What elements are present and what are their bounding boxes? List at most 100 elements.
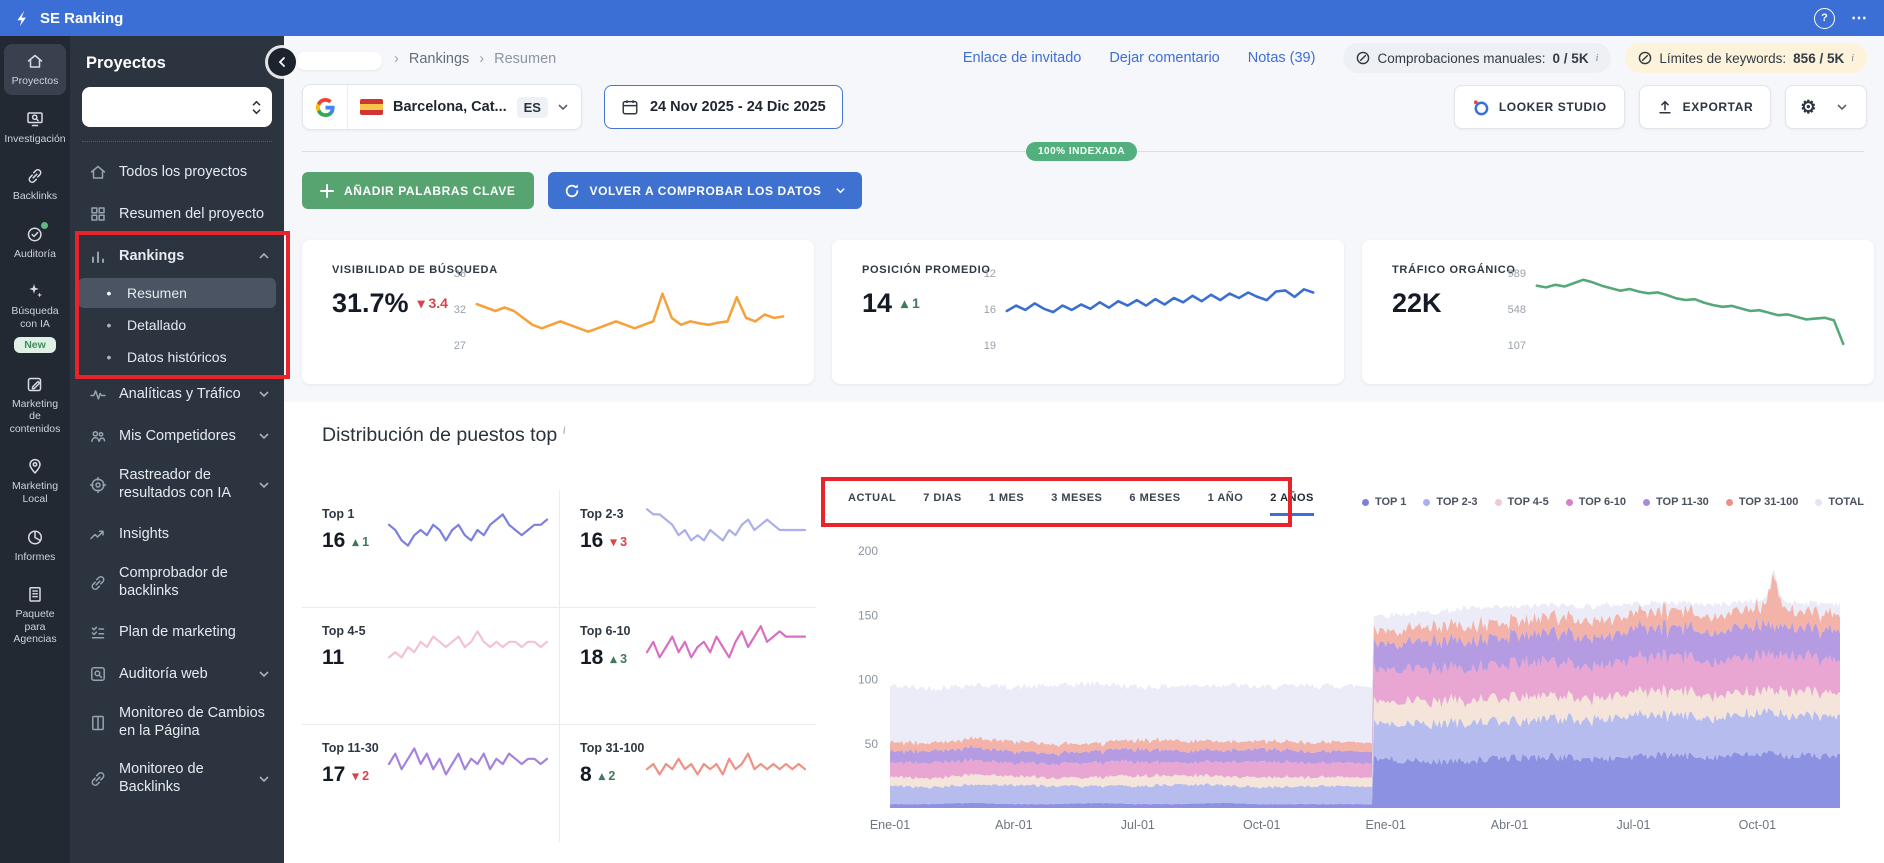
tab-3-meses[interactable]: 3 MESES (1051, 492, 1102, 516)
add-keywords-label: AÑADIR PALABRAS CLAVE (344, 183, 516, 198)
sidebar-item-detallado[interactable]: • Detallado (78, 310, 276, 340)
rail-item-label: Marketing de contenidos (9, 397, 61, 435)
info-superscript[interactable]: i (1596, 53, 1599, 64)
sidebar-item-rankings[interactable]: Rankings (78, 236, 276, 276)
sidebar-item-insights[interactable]: Insights (78, 514, 276, 554)
svg-text:100: 100 (858, 673, 878, 687)
sidebar-item-monitoreo-de-backlinks[interactable]: Monitoreo de Backlinks (78, 752, 276, 806)
manual-checks-value: 0 / 5K (1552, 50, 1589, 66)
looker-studio-button[interactable]: LOOKER STUDIO (1453, 85, 1625, 129)
sidebar-item-todos-los-proyectos[interactable]: Todos los proyectos (78, 152, 276, 192)
chevron-down-icon (835, 185, 846, 196)
legend-top-4-5[interactable]: TOP 4-5 (1494, 496, 1549, 508)
legend-top-11-30[interactable]: TOP 11-30 (1643, 496, 1709, 508)
info-superscript[interactable]: i (563, 425, 566, 437)
web-audit-icon (88, 664, 108, 684)
minicard-top-6-10[interactable]: Top 6-10 18 ▴ 3 (560, 608, 816, 725)
breadcrumb-project-pill[interactable] (296, 52, 382, 70)
research-icon (25, 109, 45, 129)
legend-top-31-100[interactable]: TOP 31-100 (1725, 496, 1798, 508)
sidebar-item-label: Todos los proyectos (119, 164, 248, 180)
tab-7-dias[interactable]: 7 DIAS (923, 492, 961, 516)
search-engine-location-select[interactable]: Barcelona, Cat... ES (302, 84, 582, 130)
rail-item-marketing-local[interactable]: Marketing Local (4, 449, 66, 512)
rail-item-proyectos[interactable]: Proyectos (4, 44, 66, 95)
rail-item-backlinks[interactable]: Backlinks (4, 159, 66, 210)
sidebar-collapse-button[interactable] (268, 48, 296, 76)
guest-link[interactable]: Enlace de invitado (963, 50, 1082, 66)
sidebar-item-label: Resumen del proyecto (119, 206, 265, 222)
rail-item-marketing-de-contenidos[interactable]: Marketing de contenidos (4, 367, 66, 443)
agency-icon (25, 584, 45, 604)
chevron-down-icon (258, 773, 270, 785)
manual-checks-pill[interactable]: Comprobaciones manuales: 0 / 5K i (1343, 43, 1612, 73)
sidebar-item-mis-competidores[interactable]: Mis Competidores (78, 416, 276, 456)
minicard-top-1[interactable]: Top 1 16 ▴ 1 (302, 491, 558, 608)
minicard-delta: ▴ 3 (610, 651, 628, 666)
add-keywords-button[interactable]: AÑADIR PALABRAS CLAVE (302, 172, 534, 209)
legend-top-1[interactable]: TOP 1 (1361, 496, 1406, 508)
rankings-bars-icon (88, 246, 108, 266)
project-select[interactable] (82, 87, 272, 127)
notes-link[interactable]: Notas (39) (1248, 50, 1316, 66)
minicard-top-4-5[interactable]: Top 4-5 11 (302, 608, 558, 725)
sidebar-item-label: Comprobador de backlinks (119, 565, 228, 599)
sidebar-item-resumen-del-proyecto[interactable]: Resumen del proyecto (78, 194, 276, 234)
content-marketing-icon (25, 374, 45, 394)
spark-axis: 38 32 27 (453, 268, 466, 352)
sidebar-item-datos-hist-ricos[interactable]: • Datos históricos (78, 342, 276, 372)
more-menu-icon[interactable]: ⋯ (1851, 8, 1868, 28)
minicard-value: 17 ▾ 2 (322, 763, 370, 786)
sidebar-item-anal-ticas-y-tr-fico[interactable]: Analíticas y Tráfico (78, 374, 276, 414)
sidebar-item-label: Monitoreo de Cambios en la Página (119, 705, 265, 739)
rail-item-paquete-para-agencias[interactable]: Paquete para Agencias (4, 577, 66, 653)
tab-1-a-o[interactable]: 1 AÑO (1208, 492, 1244, 516)
info-superscript[interactable]: i (1851, 53, 1854, 64)
calendar-icon (621, 98, 639, 116)
sidebar-item-monitoreo-de-cambios-en-la-p-gina[interactable]: Monitoreo de Cambios en la Página (78, 696, 276, 750)
breadcrumb-rankings[interactable]: Rankings (409, 51, 469, 67)
status-dot (41, 221, 48, 229)
rail-item-auditor-a[interactable]: Auditoría (4, 217, 66, 268)
tab-actual[interactable]: ACTUAL (848, 492, 896, 516)
legend-top-6-10[interactable]: TOP 6-10 (1565, 496, 1626, 508)
breadcrumb-resumen[interactable]: Resumen (494, 51, 556, 67)
tab-2-a-os[interactable]: 2 AÑOS (1270, 492, 1314, 516)
export-button[interactable]: EXPORTAR (1638, 85, 1772, 129)
svg-text:Oct-01: Oct-01 (1243, 818, 1281, 832)
legend-total[interactable]: TOTAL (1815, 496, 1864, 508)
rail-item-informes[interactable]: Informes (4, 520, 66, 571)
traffic-sparkline (1535, 278, 1845, 346)
settings-button[interactable]: ⚙ (1785, 85, 1867, 129)
legend-label: TOP 2-3 (1436, 496, 1478, 508)
brand[interactable]: SE Ranking (0, 10, 123, 27)
breadcrumb-sep: › (479, 51, 485, 67)
sidebar-item-label: Insights (119, 526, 169, 542)
ai-tracker-icon (88, 475, 108, 495)
keyword-limits-pill[interactable]: Límites de keywords: 856 / 5K i (1625, 43, 1867, 73)
recheck-data-button[interactable]: VOLVER A COMPROBAR LOS DATOS (547, 172, 863, 209)
sidebar-item-rastreador-de-resultados-con-ia[interactable]: Rastreador de resultados con IA (78, 458, 276, 512)
sidebar-item-auditor-a-web[interactable]: Auditoría web (78, 654, 276, 694)
minicard-top-31-100[interactable]: Top 31-100 8 ▴ 2 (560, 725, 816, 842)
rail-item-label: Backlinks (12, 190, 58, 203)
legend-top-2-3[interactable]: TOP 2-3 (1423, 496, 1478, 508)
comment-link[interactable]: Dejar comentario (1109, 50, 1219, 66)
minicard-top-2-3[interactable]: Top 2-3 16 ▾ 3 (560, 491, 816, 608)
rail-item-b-squeda-con-ia[interactable]: Búsqueda con IA New (4, 274, 66, 359)
distribution-area-chart: 200 150 100 50 Ene-01 Abr-01 Jul-01 Oct-01 Ene-0… (858, 544, 1840, 832)
legend-dot (1361, 498, 1369, 506)
sidebar-item-comprobador-de-backlinks[interactable]: Comprobador de backlinks (78, 556, 276, 610)
minicard-top-11-30[interactable]: Top 11-30 17 ▾ 2 (302, 725, 558, 842)
sidebar-item-plan-de-marketing[interactable]: Plan de marketing (78, 612, 276, 652)
help-icon[interactable]: ? (1814, 7, 1835, 29)
spark-axis: 989 548 107 (1507, 268, 1526, 352)
sidebar-item-label: Rastreador de resultados con IA (119, 467, 232, 501)
tab-1-mes[interactable]: 1 MES (989, 492, 1025, 516)
date-range-picker[interactable]: 24 Nov 2025 - 24 Dic 2025 (603, 85, 843, 129)
rail-item-investigaci-n[interactable]: Investigación (4, 102, 66, 153)
tab-6-meses[interactable]: 6 MESES (1129, 492, 1180, 516)
svg-text:Ene-01: Ene-01 (870, 818, 910, 832)
sidebar-item-resumen[interactable]: • Resumen (78, 278, 276, 308)
new-badge: New (14, 336, 56, 353)
